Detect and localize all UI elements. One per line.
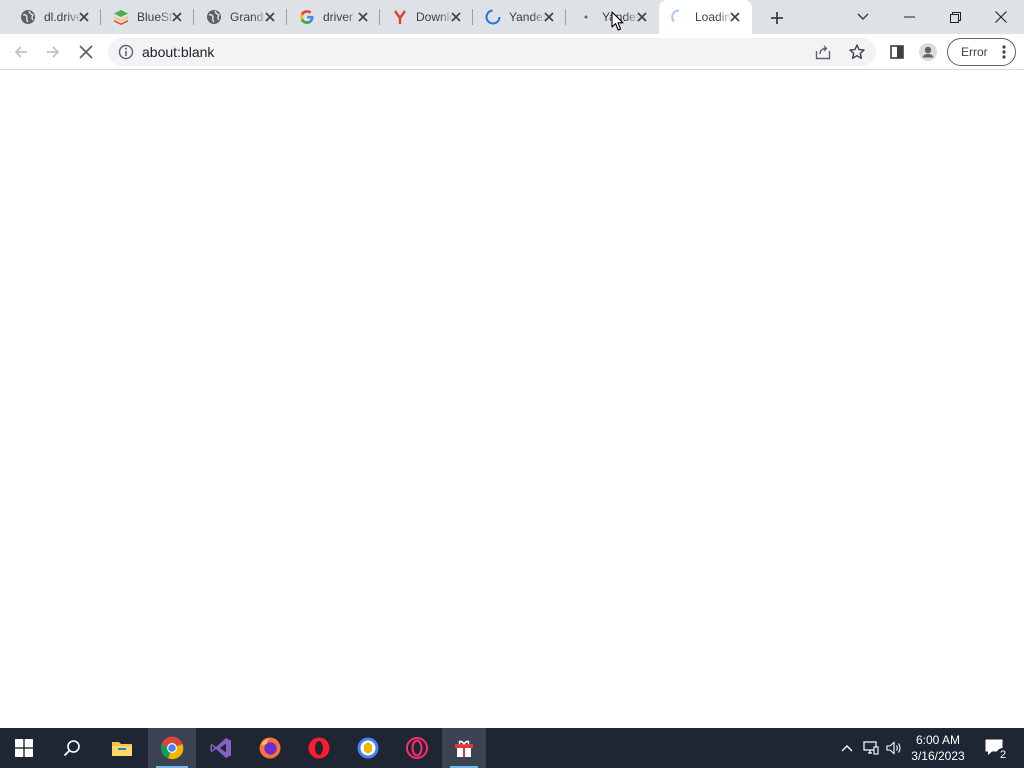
profile-button[interactable]: [915, 39, 941, 65]
search-icon: [63, 740, 80, 757]
bookmark-star-icon[interactable]: [848, 43, 866, 61]
tab-1[interactable]: dl.driver: [8, 0, 101, 34]
back-button[interactable]: [8, 39, 34, 65]
chevron-up-icon: [841, 745, 853, 752]
close-icon[interactable]: [77, 10, 91, 24]
speaker-icon: [886, 741, 901, 755]
loading-spinner-icon: [671, 9, 687, 25]
tab-2[interactable]: BlueStacks: [101, 0, 194, 34]
url-text[interactable]: about:blank: [142, 44, 214, 60]
taskbar-opera[interactable]: [295, 728, 343, 768]
loading-spinner-icon: [485, 9, 501, 25]
globe-icon: [20, 9, 36, 25]
close-icon[interactable]: [356, 10, 370, 24]
new-tab-button[interactable]: [766, 7, 788, 29]
action-center-button[interactable]: 2: [980, 728, 1010, 768]
forward-arrow-icon: [47, 46, 60, 58]
system-clock[interactable]: 6:00 AM 3/16/2023: [904, 732, 972, 764]
side-panel-button[interactable]: [884, 39, 910, 65]
close-icon[interactable]: [263, 10, 277, 24]
tab-3[interactable]: Grand: [194, 0, 287, 34]
clock-date: 3/16/2023: [911, 749, 965, 763]
close-icon[interactable]: [170, 10, 184, 24]
notification-count: 2: [996, 748, 1010, 762]
taskbar-search-button[interactable]: [48, 728, 96, 768]
tab-8-active[interactable]: Loading: [659, 0, 752, 34]
tab-5[interactable]: Download: [380, 0, 473, 34]
close-icon: [995, 11, 1007, 23]
windows-logo-icon: [15, 739, 33, 757]
visual-studio-icon: [210, 738, 231, 758]
globe-icon: [206, 9, 222, 25]
close-icon[interactable]: [635, 10, 649, 24]
taskbar-firefox[interactable]: [246, 728, 294, 768]
tab-6[interactable]: Yandex: [473, 0, 566, 34]
minimize-icon: [903, 16, 915, 18]
error-label: Error: [961, 45, 988, 59]
taskbar-app[interactable]: [442, 728, 486, 768]
brave-icon: [357, 737, 379, 759]
taskbar-file-explorer[interactable]: [98, 728, 146, 768]
tab-list: dl.driver BlueStacks Grand driver: [8, 0, 752, 34]
bluestacks-icon: [113, 9, 129, 25]
restore-button[interactable]: [932, 0, 978, 34]
browser-toolbar: about:blank Error: [0, 34, 1024, 70]
error-menu-button[interactable]: Error: [947, 38, 1016, 66]
yandex-icon: [392, 9, 408, 25]
chevron-down-icon: [857, 13, 869, 21]
chrome-icon: [160, 736, 184, 760]
plus-icon: [771, 12, 783, 24]
stop-loading-button[interactable]: [73, 39, 99, 65]
side-panel-icon: [890, 45, 904, 59]
loading-dot-icon: [578, 9, 594, 25]
taskbar-visual-studio[interactable]: [197, 728, 245, 768]
share-icon[interactable]: [814, 43, 832, 61]
taskbar-brave[interactable]: [344, 728, 392, 768]
restore-icon: [949, 11, 961, 23]
tab-strip: dl.driver BlueStacks Grand driver: [0, 0, 1024, 34]
close-icon[interactable]: [542, 10, 556, 24]
tab-4[interactable]: driver: [287, 0, 380, 34]
clock-time: 6:00 AM: [915, 733, 961, 747]
tab-search-button[interactable]: [840, 0, 886, 34]
opera-gx-icon: [406, 737, 428, 759]
kebab-menu-icon: [1002, 45, 1006, 59]
back-arrow-icon: [14, 46, 27, 58]
google-icon: [299, 9, 315, 25]
close-window-button[interactable]: [978, 0, 1024, 34]
close-icon[interactable]: [728, 10, 742, 24]
taskbar-opera-gx[interactable]: [393, 728, 441, 768]
forward-button[interactable]: [40, 39, 66, 65]
file-explorer-icon: [112, 742, 132, 756]
network-icon: [863, 741, 879, 755]
mouse-cursor-icon: [611, 11, 625, 32]
app-icon: [455, 740, 473, 757]
start-button[interactable]: [0, 728, 48, 768]
network-button[interactable]: [861, 728, 881, 768]
stop-icon: [79, 45, 93, 59]
volume-button[interactable]: [884, 728, 904, 768]
minimize-button[interactable]: [886, 0, 932, 34]
opera-icon: [308, 737, 330, 759]
close-icon[interactable]: [449, 10, 463, 24]
windows-taskbar: 6:00 AM 3/16/2023 2: [0, 728, 1024, 768]
show-hidden-icons-button[interactable]: [838, 728, 856, 768]
address-bar[interactable]: about:blank: [108, 38, 876, 66]
info-icon[interactable]: [118, 44, 134, 60]
taskbar-chrome[interactable]: [148, 728, 196, 768]
firefox-icon: [259, 737, 281, 759]
avatar-icon: [919, 43, 937, 61]
page-content-blank: [0, 71, 1024, 728]
